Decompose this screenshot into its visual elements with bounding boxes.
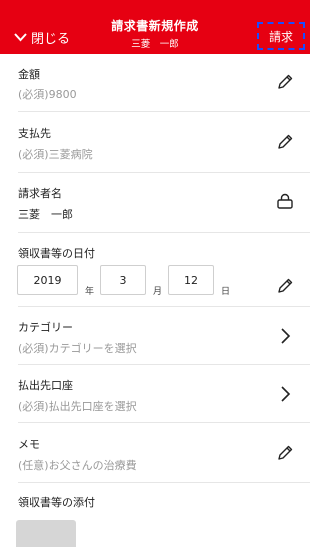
submit-button[interactable]: 請求 <box>257 22 305 50</box>
memo-value[interactable]: (任意)お父さんの治療費 <box>18 457 137 473</box>
payout-account-field[interactable]: 払出先口座 (必須)払出先口座を選択 <box>0 365 310 423</box>
app-header: 閉じる 請求書新規作成 三菱 一郎 請求 <box>0 0 310 54</box>
chevron-right-icon[interactable] <box>276 327 294 345</box>
attachment-section: 領収書等の添付 <box>0 483 310 513</box>
month-unit: 月 <box>153 287 163 297</box>
pencil-icon[interactable] <box>276 444 294 462</box>
amount-label: 金額 <box>18 68 40 81</box>
memo-label: メモ <box>18 438 40 451</box>
requester-field: 請求者名 三菱 一郎 <box>0 173 310 233</box>
pencil-icon[interactable] <box>276 73 294 91</box>
payee-field[interactable]: 支払先 (必須)三菱病院 <box>0 113 310 173</box>
divider <box>18 111 310 112</box>
payout-account-label: 払出先口座 <box>18 379 73 392</box>
receipt-date-field: 領収書等の日付 2019 年 3 月 12 日 <box>0 233 310 307</box>
day-unit: 日 <box>221 287 231 297</box>
month-input[interactable]: 3 <box>100 265 146 295</box>
payee-label: 支払先 <box>18 127 51 140</box>
pencil-icon[interactable] <box>276 133 294 151</box>
year-input[interactable]: 2019 <box>17 265 78 295</box>
day-input[interactable]: 12 <box>168 265 214 295</box>
category-label: カテゴリー <box>18 321 73 334</box>
amount-value[interactable]: (必須)9800 <box>18 86 77 102</box>
payee-value[interactable]: (必須)三菱病院 <box>18 146 93 162</box>
attachment-thumbnail[interactable] <box>16 520 76 547</box>
category-value[interactable]: (必須)カテゴリーを選択 <box>18 340 137 356</box>
chevron-right-icon[interactable] <box>276 385 294 403</box>
memo-field[interactable]: メモ (任意)お父さんの治療費 <box>0 423 310 483</box>
year-unit: 年 <box>85 287 95 297</box>
category-field[interactable]: カテゴリー (必須)カテゴリーを選択 <box>0 307 310 365</box>
receipt-date-label: 領収書等の日付 <box>18 247 95 260</box>
payout-account-value[interactable]: (必須)払出先口座を選択 <box>18 398 137 414</box>
lock-icon <box>277 193 293 209</box>
amount-field[interactable]: 金額 (必須)9800 <box>0 54 310 112</box>
requester-value: 三菱 一郎 <box>18 208 73 221</box>
requester-label: 請求者名 <box>18 187 62 200</box>
pencil-icon[interactable] <box>276 277 294 295</box>
attachment-label: 領収書等の添付 <box>18 496 95 509</box>
